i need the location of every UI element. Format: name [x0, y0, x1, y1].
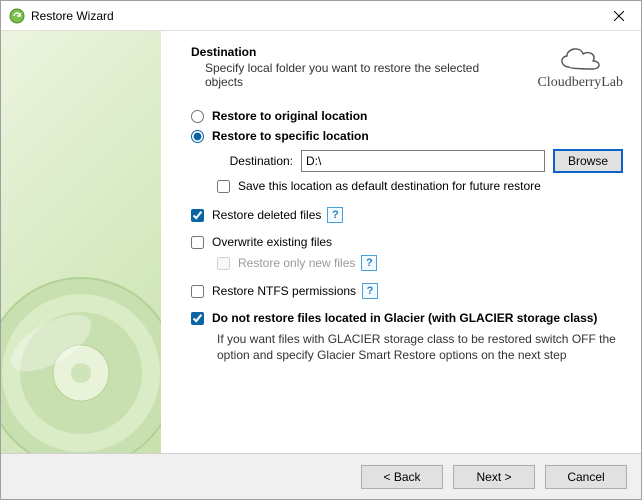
- radio-specific[interactable]: [191, 130, 204, 143]
- close-icon: [614, 11, 624, 21]
- brand-name: CloudberryLab: [537, 75, 623, 91]
- main-panel: Destination Specify local folder you wan…: [161, 31, 641, 453]
- help-icon[interactable]: ?: [362, 283, 378, 299]
- restore-only-new-row: Restore only new files ?: [217, 255, 623, 271]
- destination-row: Destination: Browse: [217, 149, 623, 173]
- glacier-note: If you want files with GLACIER storage c…: [217, 331, 623, 363]
- save-default-checkbox[interactable]: [217, 180, 230, 193]
- radio-specific-label: Restore to specific location: [212, 129, 369, 143]
- body-area: Destination Specify local folder you wan…: [1, 31, 641, 453]
- page-title: Destination: [191, 45, 537, 59]
- footer: < Back Next > Cancel: [1, 453, 641, 499]
- radio-original-label: Restore to original location: [212, 109, 367, 123]
- radio-original-row[interactable]: Restore to original location: [191, 109, 623, 123]
- help-icon[interactable]: ?: [361, 255, 377, 271]
- next-button[interactable]: Next >: [453, 465, 535, 489]
- destination-input[interactable]: [301, 150, 545, 172]
- overwrite-checkbox[interactable]: [191, 236, 204, 249]
- radio-original[interactable]: [191, 110, 204, 123]
- restore-ntfs-row[interactable]: Restore NTFS permissions ?: [191, 283, 623, 299]
- save-default-row[interactable]: Save this location as default destinatio…: [217, 179, 623, 193]
- restore-deleted-checkbox[interactable]: [191, 209, 204, 222]
- cancel-button[interactable]: Cancel: [545, 465, 627, 489]
- glacier-skip-label: Do not restore files located in Glacier …: [212, 311, 597, 325]
- restore-only-new-checkbox: [217, 257, 230, 270]
- restore-ntfs-label: Restore NTFS permissions: [212, 284, 356, 298]
- disc-icon: [1, 263, 161, 453]
- overwrite-label: Overwrite existing files: [212, 235, 332, 249]
- cloud-icon: [537, 43, 623, 73]
- overwrite-row[interactable]: Overwrite existing files: [191, 235, 623, 249]
- save-default-label: Save this location as default destinatio…: [238, 179, 541, 193]
- help-icon[interactable]: ?: [327, 207, 343, 223]
- radio-specific-row[interactable]: Restore to specific location: [191, 129, 623, 143]
- restore-deleted-label: Restore deleted files: [212, 208, 321, 222]
- options-group: Restore to original location Restore to …: [191, 109, 623, 363]
- browse-button[interactable]: Browse: [553, 149, 623, 173]
- window-title: Restore Wizard: [31, 9, 596, 23]
- close-button[interactable]: [596, 1, 641, 31]
- restore-only-new-label: Restore only new files: [238, 256, 355, 270]
- destination-label: Destination:: [217, 154, 293, 168]
- sidebar-image: [1, 31, 161, 453]
- titlebar: Restore Wizard: [1, 1, 641, 31]
- restore-deleted-row[interactable]: Restore deleted files ?: [191, 207, 623, 223]
- back-button[interactable]: < Back: [361, 465, 443, 489]
- glacier-skip-row[interactable]: Do not restore files located in Glacier …: [191, 311, 623, 325]
- restore-ntfs-checkbox[interactable]: [191, 285, 204, 298]
- glacier-skip-checkbox[interactable]: [191, 312, 204, 325]
- page-subtitle: Specify local folder you want to restore…: [205, 61, 485, 89]
- app-icon: [9, 8, 25, 24]
- brand-logo: CloudberryLab: [537, 41, 623, 91]
